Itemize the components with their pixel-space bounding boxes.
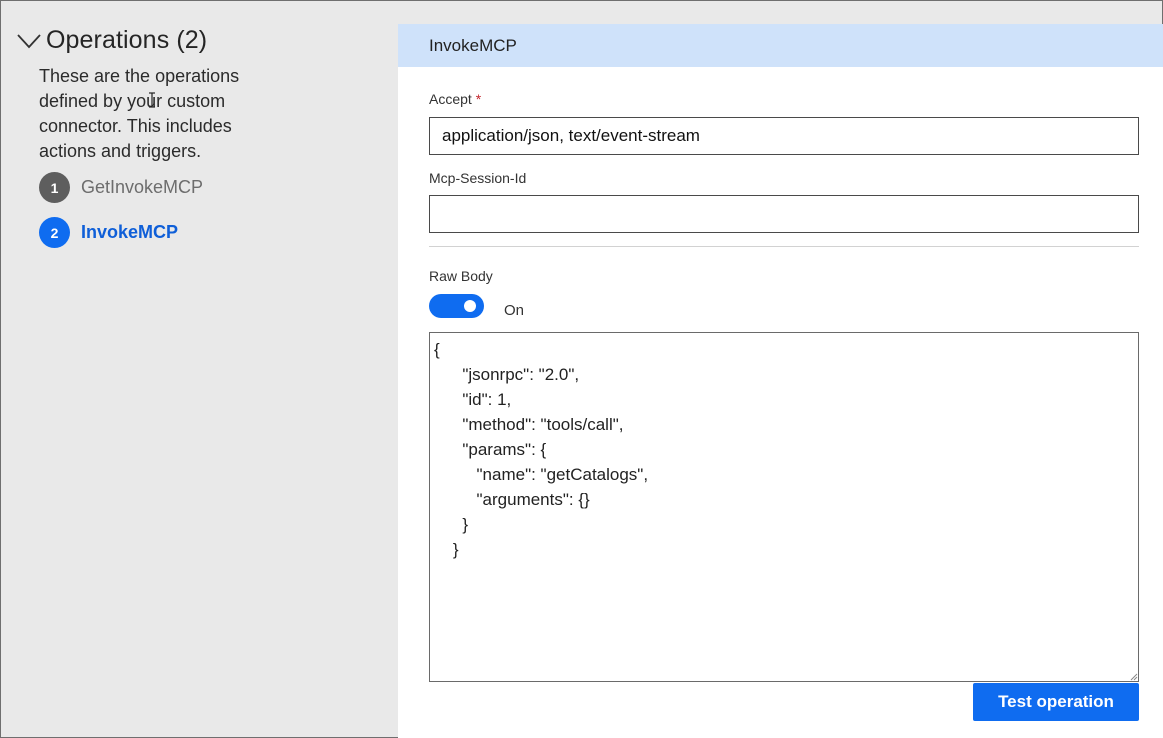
required-mark: * <box>475 91 482 107</box>
test-operation-button[interactable]: Test operation <box>973 683 1139 721</box>
operations-title: Operations (2) <box>46 26 208 54</box>
accept-input[interactable] <box>429 117 1139 155</box>
window-frame: Operations (2) These are the operations … <box>0 0 1163 738</box>
raw-body-toggle[interactable] <box>429 294 484 318</box>
operations-sidebar: Operations (2) These are the operations … <box>2 2 398 737</box>
resize-grip-icon[interactable] <box>1128 671 1138 681</box>
divider <box>429 246 1139 247</box>
operations-toggle[interactable]: Operations (2) <box>16 26 207 55</box>
raw-body-label: Raw Body <box>429 268 493 284</box>
raw-body-editor[interactable]: { "jsonrpc": "2.0", "id": 1, "method": "… <box>429 332 1139 682</box>
session-id-input[interactable] <box>429 195 1139 233</box>
operation-label: InvokeMCP <box>81 222 179 242</box>
accept-label-text: Accept <box>429 91 472 107</box>
session-id-label: Mcp-Session-Id <box>429 170 527 186</box>
step-badge: 2 <box>39 217 70 248</box>
operation-title: InvokeMCP <box>429 35 517 55</box>
toggle-state-label: On <box>504 302 525 319</box>
operation-label: GetInvokeMCP <box>81 177 204 197</box>
operation-item-getinvokemcp[interactable]: 1 GetInvokeMCP <box>39 172 203 203</box>
toggle-knob <box>464 300 476 312</box>
operation-header: InvokeMCP <box>398 24 1163 67</box>
text-cursor-icon <box>149 92 155 108</box>
chevron-down-icon <box>17 33 41 48</box>
accept-label: Accept * <box>429 91 481 107</box>
operations-description: These are the operations defined by your… <box>39 66 240 161</box>
step-badge: 1 <box>39 172 70 203</box>
operation-panel: InvokeMCP Accept * Mcp-Session-Id Raw Bo… <box>398 24 1163 738</box>
operation-item-invokemcp[interactable]: 2 InvokeMCP <box>39 217 178 248</box>
